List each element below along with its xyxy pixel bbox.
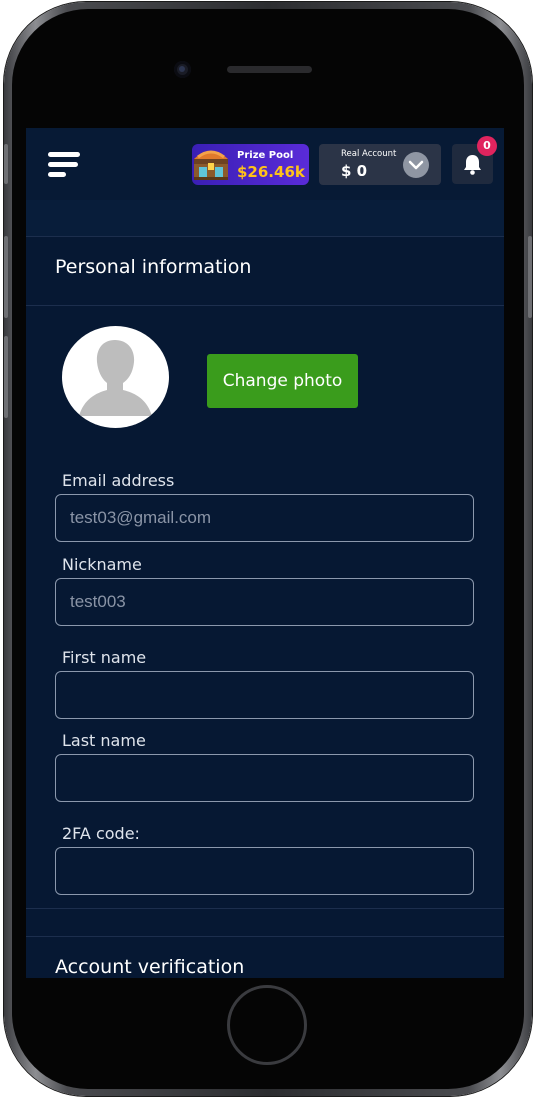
section-divider [26,305,504,306]
twofa-code-field[interactable] [55,847,474,895]
twofa-label: 2FA code: [62,824,140,843]
email-label: Email address [62,471,175,490]
volume-down-button [4,336,8,418]
prize-pool-title: Prize Pool [237,150,294,161]
chevron-down-icon[interactable] [403,152,429,178]
prize-pool-badge[interactable]: Prize Pool $26.46k [192,144,309,185]
power-button [528,236,532,318]
account-verification-title: Account verification [55,956,245,978]
account-selector[interactable]: Real Account $ 0 [319,144,441,185]
treasure-chest-icon [194,150,228,180]
email-field[interactable] [55,494,474,542]
app-screen: Prize Pool $26.46k Real Account $ 0 0 Pe… [26,128,504,978]
top-bar: Prize Pool $26.46k Real Account $ 0 0 [26,128,504,200]
earpiece-speaker [227,66,312,73]
first-name-label: First name [62,648,147,667]
volume-up-button [4,236,8,318]
avatar-placeholder-icon [79,340,152,416]
section-divider [26,936,504,937]
nickname-field[interactable] [55,578,474,626]
account-type-label: Real Account [341,149,397,159]
prize-pool-amount: $26.46k [237,163,305,181]
avatar [62,326,169,428]
first-name-field[interactable] [55,671,474,719]
hamburger-menu-icon[interactable] [48,152,82,180]
personal-information-title: Personal information [55,256,252,278]
change-photo-button[interactable]: Change photo [207,354,358,408]
account-balance: $ 0 [341,162,368,180]
last-name-field[interactable] [55,754,474,802]
section-divider [26,908,504,909]
home-button[interactable] [227,985,307,1065]
mute-switch [4,144,8,184]
header-spacer [26,200,504,236]
front-camera [174,61,191,78]
nickname-label: Nickname [62,555,142,574]
section-divider [26,236,504,237]
notification-count-badge: 0 [477,136,497,156]
last-name-label: Last name [62,731,146,750]
